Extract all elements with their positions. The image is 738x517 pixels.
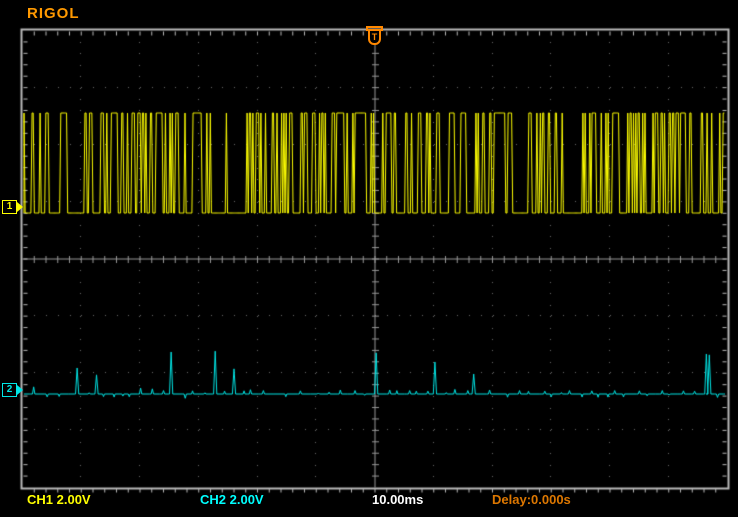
trigger-position-marker[interactable]: T	[366, 26, 383, 48]
ch2-marker-arrow	[17, 385, 23, 395]
ch1-marker-arrow	[17, 202, 23, 212]
trigger-marker-body: T	[368, 29, 381, 45]
ch2-position-marker[interactable]: 2	[2, 383, 24, 397]
ch1-position-marker[interactable]: 1	[2, 200, 24, 214]
status-bar: CH1 2.00V CH2 2.00V 10.00ms Delay:0.000s	[0, 492, 738, 517]
graticule-and-waveforms-canvas	[0, 0, 738, 517]
ch1-scale-readout: CH1 2.00V	[27, 492, 91, 507]
oscilloscope-screen: { "brand": "RIGOL", "colors": { "backgro…	[0, 0, 738, 517]
ch2-scale-readout: CH2 2.00V	[200, 492, 264, 507]
trigger-marker-label: T	[372, 33, 378, 42]
timebase-readout: 10.00ms	[372, 492, 423, 507]
brand-logo: RIGOL	[27, 5, 80, 22]
ch1-marker-label: 1	[2, 200, 17, 214]
trigger-marker-top-bar	[366, 26, 383, 28]
trigger-delay-readout: Delay:0.000s	[492, 492, 571, 507]
ch2-marker-label: 2	[2, 383, 17, 397]
